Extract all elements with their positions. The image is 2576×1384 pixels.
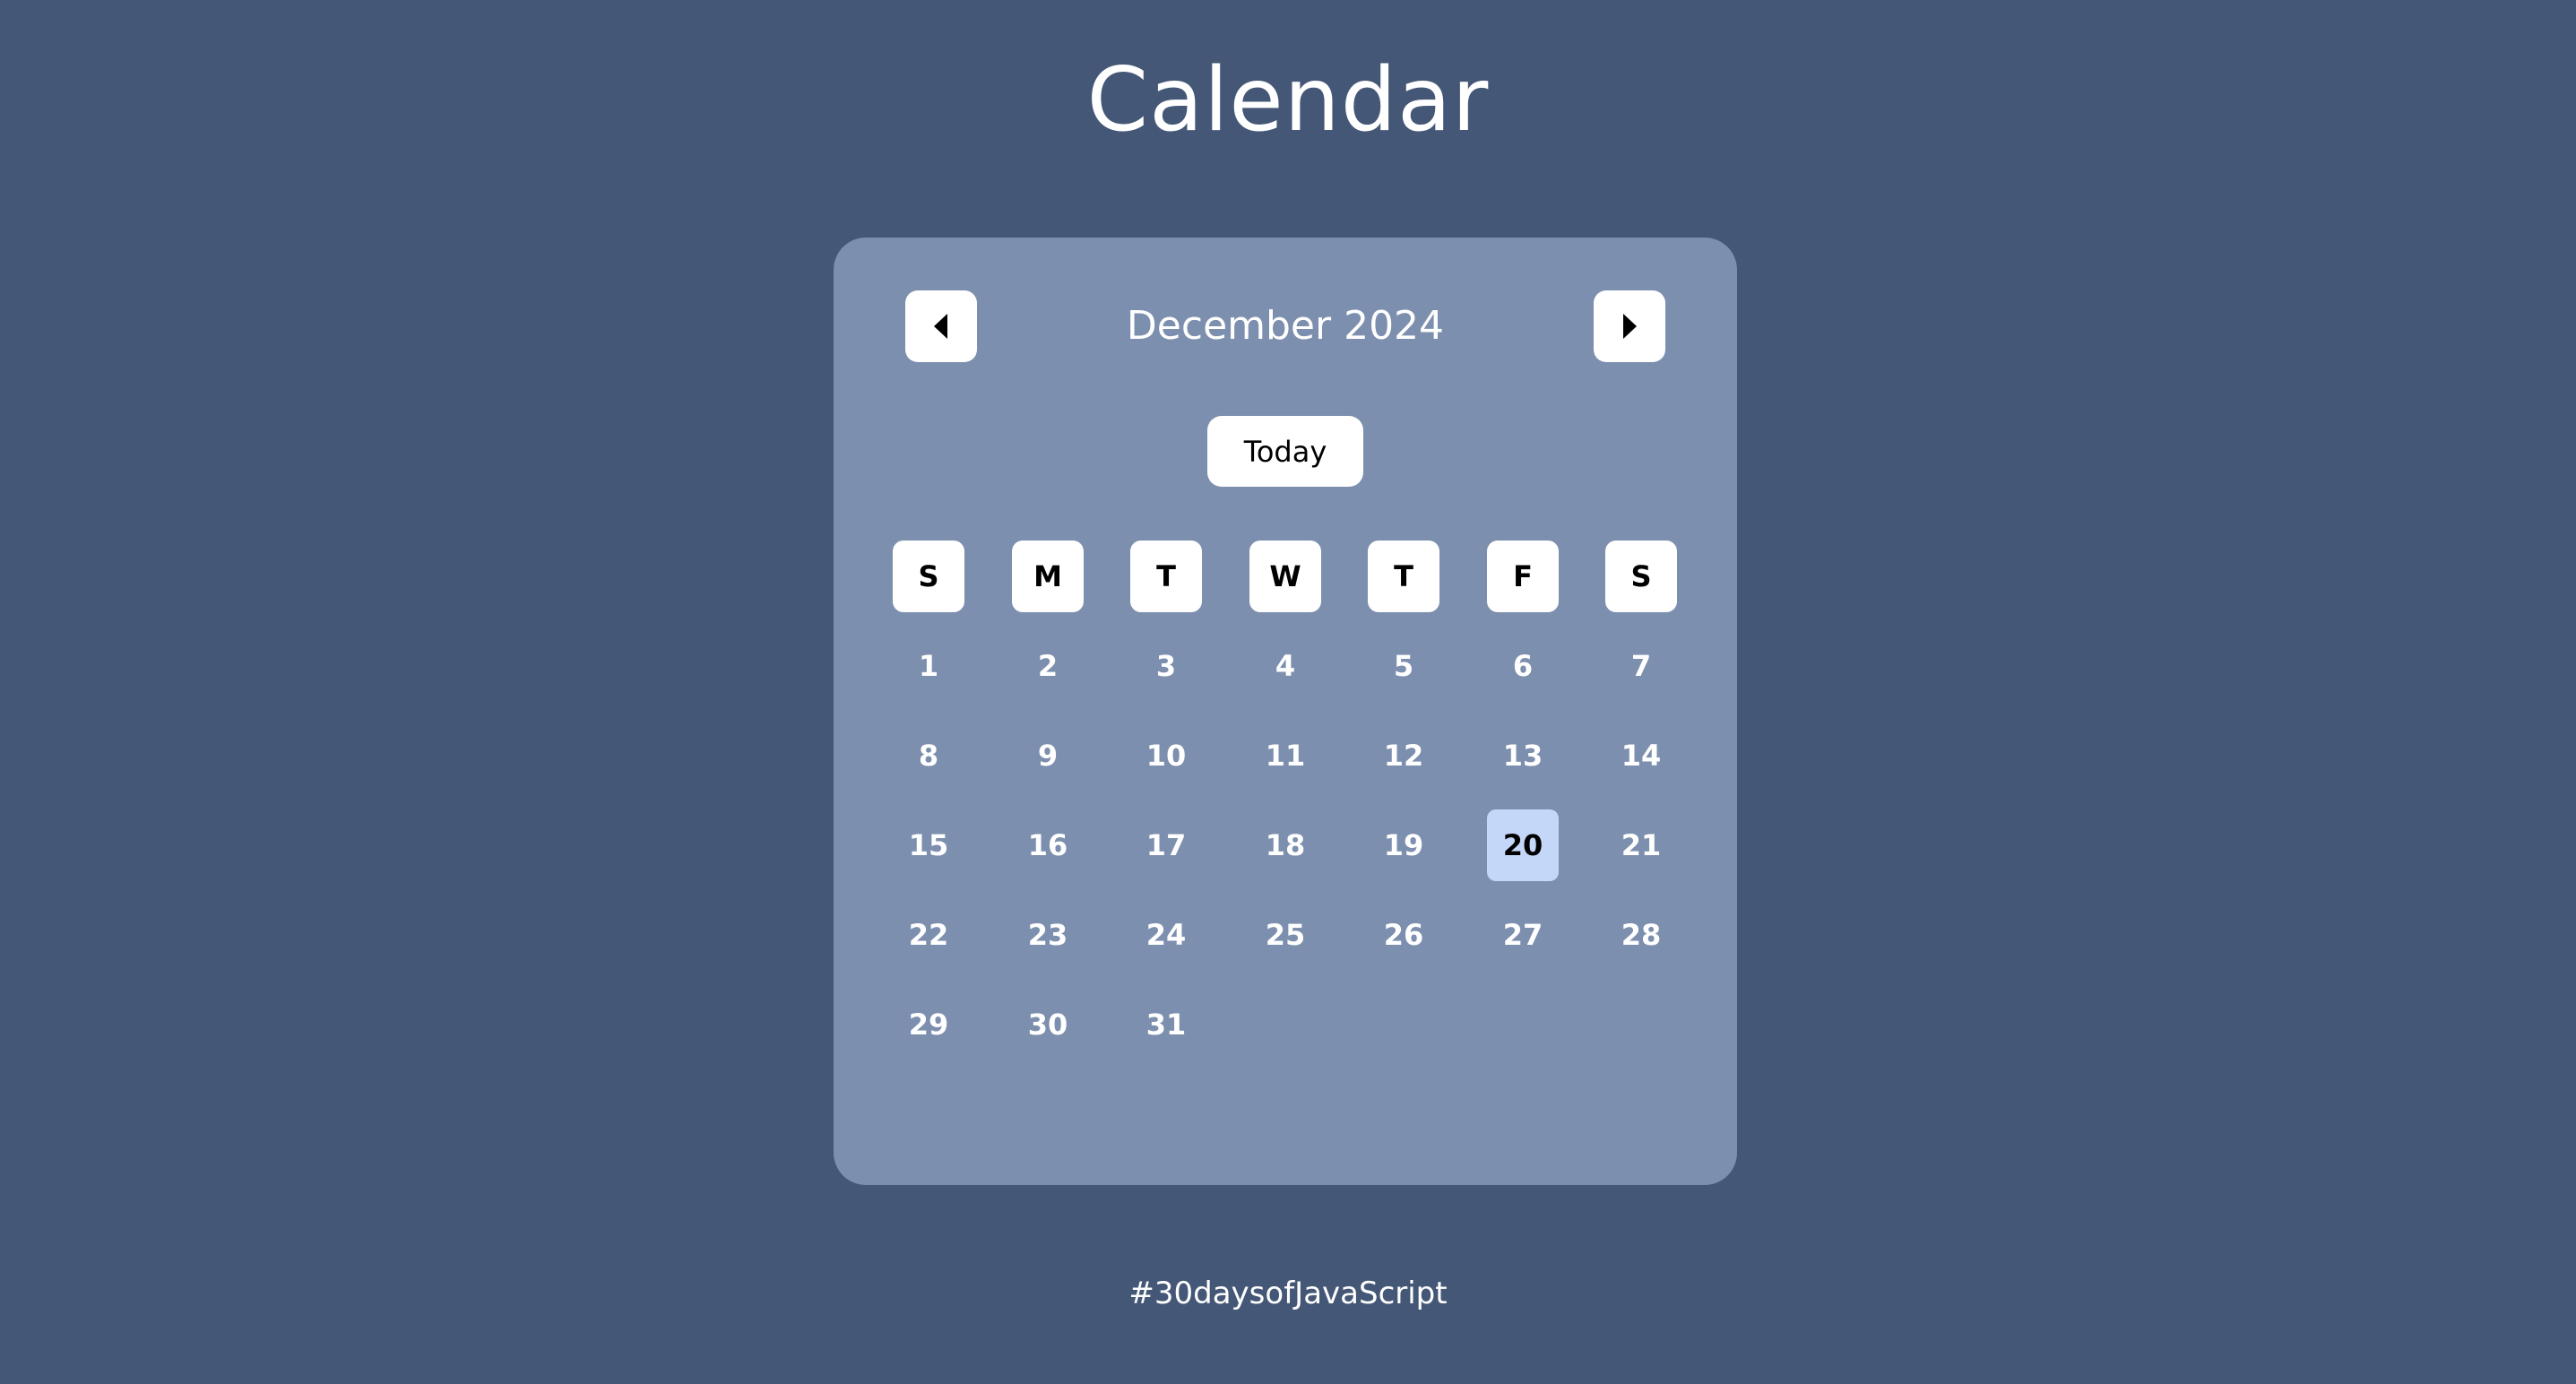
caret-left-icon	[934, 314, 947, 339]
day-cell[interactable]: 25	[1249, 899, 1321, 971]
day-cell[interactable]: 18	[1249, 809, 1321, 881]
footer-hashtag: #30daysofJavaScript	[1128, 1276, 1448, 1311]
day-cell-empty	[1249, 989, 1321, 1060]
month-year-label: December 2024	[1126, 303, 1445, 349]
day-cell[interactable]: 11	[1249, 720, 1321, 791]
today-button[interactable]: Today	[1207, 416, 1363, 487]
day-cell-empty	[1605, 989, 1677, 1060]
weekday-saturday: S	[1605, 541, 1677, 612]
weekday-thursday: T	[1368, 541, 1439, 612]
day-cell[interactable]: 26	[1368, 899, 1439, 971]
weekday-sunday: S	[893, 541, 964, 612]
weekday-wednesday: W	[1249, 541, 1321, 612]
week-row: 22 23 24 25 26 27 28	[893, 899, 1678, 971]
page-title: Calendar	[1086, 49, 1490, 151]
day-cell[interactable]: 6	[1487, 630, 1559, 702]
day-cell[interactable]: 14	[1605, 720, 1677, 791]
day-cell[interactable]: 17	[1130, 809, 1202, 881]
week-row: 29 30 31	[893, 989, 1678, 1060]
day-cell[interactable]: 28	[1605, 899, 1677, 971]
weekday-tuesday: T	[1130, 541, 1202, 612]
calendar-card: December 2024 Today S M T W T F S 1 2 3 …	[834, 238, 1737, 1185]
previous-month-button[interactable]	[905, 290, 977, 362]
week-row: 15 16 17 18 19 20 21	[893, 809, 1678, 881]
day-cell-empty	[1487, 989, 1559, 1060]
day-cell[interactable]: 24	[1130, 899, 1202, 971]
caret-right-icon	[1623, 314, 1637, 339]
day-cell[interactable]: 16	[1012, 809, 1084, 881]
day-cell[interactable]: 22	[893, 899, 964, 971]
week-row: 8 9 10 11 12 13 14	[893, 720, 1678, 791]
day-cell[interactable]: 31	[1130, 989, 1202, 1060]
day-cell[interactable]: 15	[893, 809, 964, 881]
day-cell[interactable]: 29	[893, 989, 964, 1060]
day-cell[interactable]: 2	[1012, 630, 1084, 702]
day-cell[interactable]: 30	[1012, 989, 1084, 1060]
day-cell[interactable]: 9	[1012, 720, 1084, 791]
weekday-header-row: S M T W T F S	[893, 541, 1678, 612]
day-cell[interactable]: 21	[1605, 809, 1677, 881]
day-cell[interactable]: 23	[1012, 899, 1084, 971]
day-cell[interactable]: 7	[1605, 630, 1677, 702]
day-cell[interactable]: 12	[1368, 720, 1439, 791]
day-cell-today[interactable]: 20	[1487, 809, 1559, 881]
day-cell[interactable]: 5	[1368, 630, 1439, 702]
day-cell[interactable]: 3	[1130, 630, 1202, 702]
weekday-monday: M	[1012, 541, 1084, 612]
day-cell-empty	[1368, 989, 1439, 1060]
day-cell[interactable]: 13	[1487, 720, 1559, 791]
weekday-friday: F	[1487, 541, 1559, 612]
next-month-button[interactable]	[1594, 290, 1665, 362]
day-cell[interactable]: 4	[1249, 630, 1321, 702]
day-cell[interactable]: 8	[893, 720, 964, 791]
day-cell[interactable]: 10	[1130, 720, 1202, 791]
day-cell[interactable]: 27	[1487, 899, 1559, 971]
day-cell[interactable]: 19	[1368, 809, 1439, 881]
day-cell[interactable]: 1	[893, 630, 964, 702]
week-row: 1 2 3 4 5 6 7	[893, 630, 1678, 702]
